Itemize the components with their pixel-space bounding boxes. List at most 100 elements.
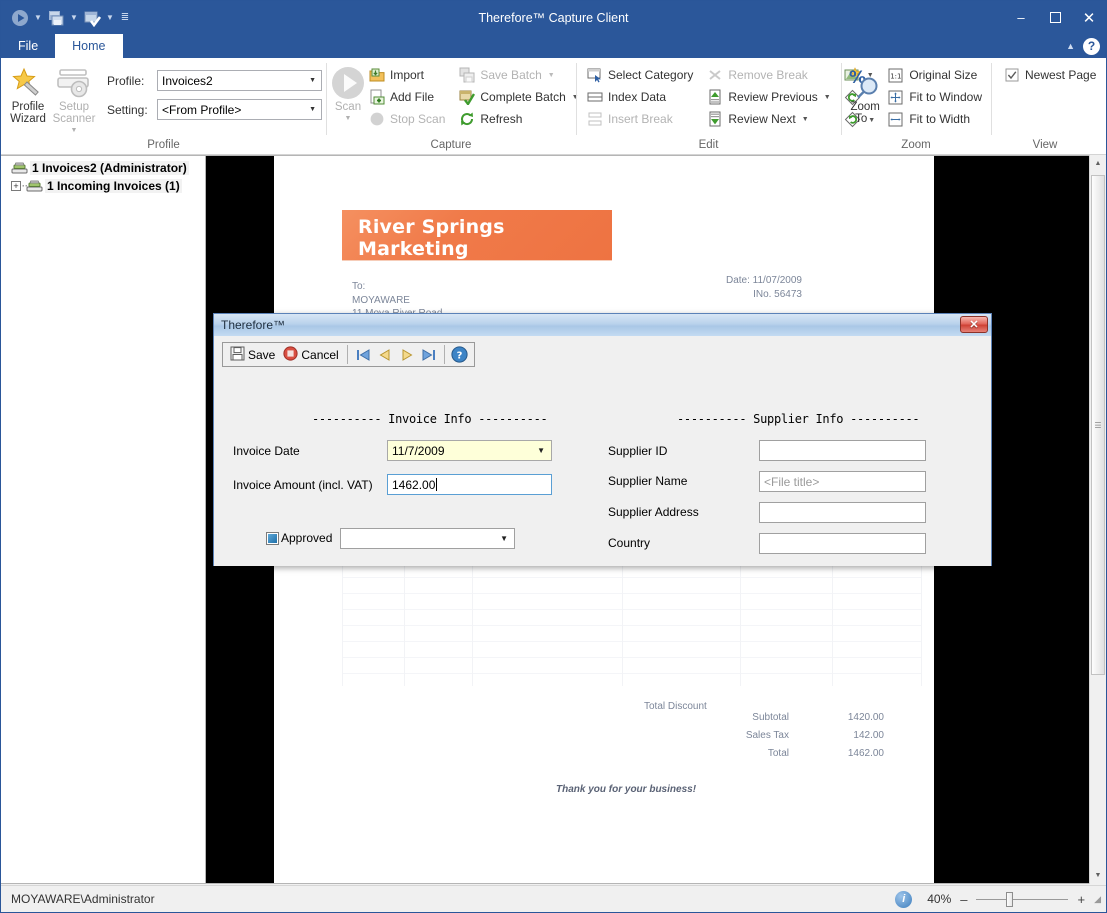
zoom-out-button[interactable]: – <box>960 892 967 907</box>
fit-to-window-label: Fit to Window <box>909 90 982 104</box>
company-logo-banner: River Springs Marketing Helping companie… <box>342 210 612 260</box>
cancel-icon <box>283 346 298 364</box>
invoice-date-value: 11/7/2009 <box>392 444 445 458</box>
customize-quick-access-toolbar-icon[interactable]: ≣ <box>117 7 133 29</box>
index-data-label: Index Data <box>608 90 666 104</box>
zoom-in-button[interactable]: + <box>1077 892 1085 907</box>
country-input[interactable] <box>759 533 926 554</box>
dialog-toolbar: Save Cancel <box>222 342 475 367</box>
complete-batch-icon <box>458 89 475 106</box>
ribbon-group-profile: Profile Wizard Setup Scanner ▼ <box>1 58 326 155</box>
dialog-cancel-button[interactable]: Cancel <box>279 344 342 365</box>
previous-record-button[interactable] <box>374 344 396 365</box>
scroll-up-icon[interactable]: ▲ <box>1090 155 1106 172</box>
capture-buttons-col-2: Save Batch ▼ Complete Batch ▼ <box>456 62 583 130</box>
total-label: Total <box>644 748 789 759</box>
expand-icon[interactable]: + <box>11 181 21 191</box>
ribbon-group-title-profile: Profile <box>5 138 322 155</box>
scan-dropdown-caret-icon[interactable]: ▼ <box>32 7 44 29</box>
ribbon-tabs: File Home ▲ ? <box>1 34 1106 58</box>
tree-item-incoming-invoices[interactable]: + ·· 1 Incoming Invoices (1) <box>5 177 205 195</box>
viewer-vertical-scrollbar[interactable]: ▲ ☰ ▼ <box>1089 155 1106 884</box>
dialog-help-button[interactable]: ? <box>449 344 471 365</box>
window-controls: – ✕ <box>1004 1 1106 34</box>
add-file-button[interactable]: Add File <box>366 86 450 108</box>
fit-to-window-button[interactable]: Fit to Window <box>885 86 987 108</box>
original-size-button[interactable]: 1:1 Original Size <box>885 64 987 86</box>
save-batch-icon[interactable] <box>45 7 67 29</box>
stop-scan-button: Stop Scan <box>366 108 450 130</box>
tree-item-label: 1 Incoming Invoices (1) <box>45 179 182 193</box>
complete-batch-dropdown-caret-icon[interactable]: ▼ <box>104 7 116 29</box>
select-category-button[interactable]: Select Category <box>584 64 698 86</box>
add-file-label: Add File <box>390 90 434 104</box>
newest-page-label: Newest Page <box>1025 68 1096 82</box>
review-previous-button[interactable]: Review Previous ▼ <box>704 86 835 108</box>
approved-checkbox[interactable]: Approved <box>266 531 332 545</box>
refresh-button[interactable]: Refresh <box>456 108 583 130</box>
scroll-down-icon[interactable]: ▼ <box>1090 867 1106 884</box>
capture-buttons-col-1: Import Add File Stop Scan <box>366 62 450 130</box>
checkbox-checked-icon <box>1003 67 1020 84</box>
ribbon-group-zoom: % Zoom To▼ 1:1 Original Size <box>841 58 991 155</box>
complete-batch-icon[interactable] <box>81 7 103 29</box>
tab-file[interactable]: File <box>1 34 55 58</box>
add-file-icon <box>368 89 385 106</box>
save-batch-dropdown-caret-icon[interactable]: ▼ <box>68 7 80 29</box>
tree-item-profile[interactable]: 1 Invoices2 (Administrator) <box>5 159 205 177</box>
setting-combobox[interactable]: <From Profile> ▼ <box>157 99 322 120</box>
invoice-date-input[interactable]: 11/7/2009 ▼ <box>387 440 552 461</box>
dialog-body: Save Cancel <box>214 336 991 566</box>
import-button[interactable]: Import <box>366 64 450 86</box>
dialog-save-button[interactable]: Save <box>226 344 279 365</box>
scan-icon[interactable] <box>9 7 31 29</box>
minimize-button[interactable]: – <box>1004 1 1038 34</box>
first-record-button[interactable] <box>352 344 374 365</box>
zoom-to-icon: % <box>847 65 883 101</box>
chevron-down-icon[interactable]: ▼ <box>500 534 508 543</box>
profile-combobox[interactable]: Invoices2 ▼ <box>157 70 322 91</box>
scan-button[interactable]: Scan ▼ <box>330 62 366 125</box>
scrollbar-thumb[interactable]: ☰ <box>1091 175 1105 675</box>
batch-tree-panel[interactable]: 1 Invoices2 (Administrator) + ·· 1 Incom… <box>1 155 206 884</box>
indexing-dialog[interactable]: Therefore™ ✕ Save Cancel <box>213 313 992 566</box>
next-record-button[interactable] <box>396 344 418 365</box>
help-icon[interactable]: ? <box>1083 38 1100 55</box>
chevron-up-icon[interactable]: ▲ <box>1066 41 1075 51</box>
review-next-icon <box>706 111 723 128</box>
zoom-slider-thumb[interactable] <box>1006 892 1013 907</box>
review-next-caret-icon: ▼ <box>802 116 809 123</box>
maximize-button[interactable] <box>1038 1 1072 34</box>
ribbon-group-title-view: View <box>995 138 1095 155</box>
zoom-to-button[interactable]: % Zoom To▼ <box>845 62 885 127</box>
zoom-percent-label[interactable]: 40% <box>921 892 951 906</box>
ribbon-tabs-right: ▲ ? <box>1066 34 1100 58</box>
supplier-id-input[interactable] <box>759 440 926 461</box>
resize-grip-icon[interactable]: ◢ <box>1094 894 1100 905</box>
scrollbar-track[interactable]: ☰ <box>1090 172 1106 867</box>
text-cursor <box>436 478 437 491</box>
tab-home[interactable]: Home <box>55 34 122 58</box>
info-icon[interactable]: i <box>895 891 912 908</box>
fit-to-width-button[interactable]: Fit to Width <box>885 108 987 130</box>
svg-text:1:1: 1:1 <box>891 72 902 80</box>
newest-page-checkbox[interactable]: Newest Page <box>1001 64 1101 86</box>
zoom-slider[interactable] <box>976 891 1068 908</box>
last-record-button[interactable] <box>418 344 440 365</box>
supplier-name-input[interactable]: <File title> <box>759 471 926 492</box>
invoice-amount-input[interactable]: 1462.00 <box>387 474 552 495</box>
dialog-close-button[interactable]: ✕ <box>960 316 988 333</box>
recipient-to-label: To: <box>352 280 442 294</box>
review-next-button[interactable]: Review Next ▼ <box>704 108 835 130</box>
close-button[interactable]: ✕ <box>1072 1 1106 34</box>
remove-break-label: Remove Break <box>728 68 807 82</box>
complete-batch-button[interactable]: Complete Batch ▼ <box>456 86 583 108</box>
approved-combobox[interactable]: ▼ <box>340 528 515 549</box>
setting-field-row: Setting: <From Profile> ▼ <box>107 97 322 122</box>
index-data-button[interactable]: Index Data <box>584 86 698 108</box>
svg-text:?: ? <box>457 350 463 361</box>
checkbox-icon <box>266 532 279 545</box>
chevron-down-icon[interactable]: ▼ <box>537 446 545 455</box>
profile-wizard-button[interactable]: Profile Wizard <box>5 62 51 125</box>
supplier-address-input[interactable] <box>759 502 926 523</box>
